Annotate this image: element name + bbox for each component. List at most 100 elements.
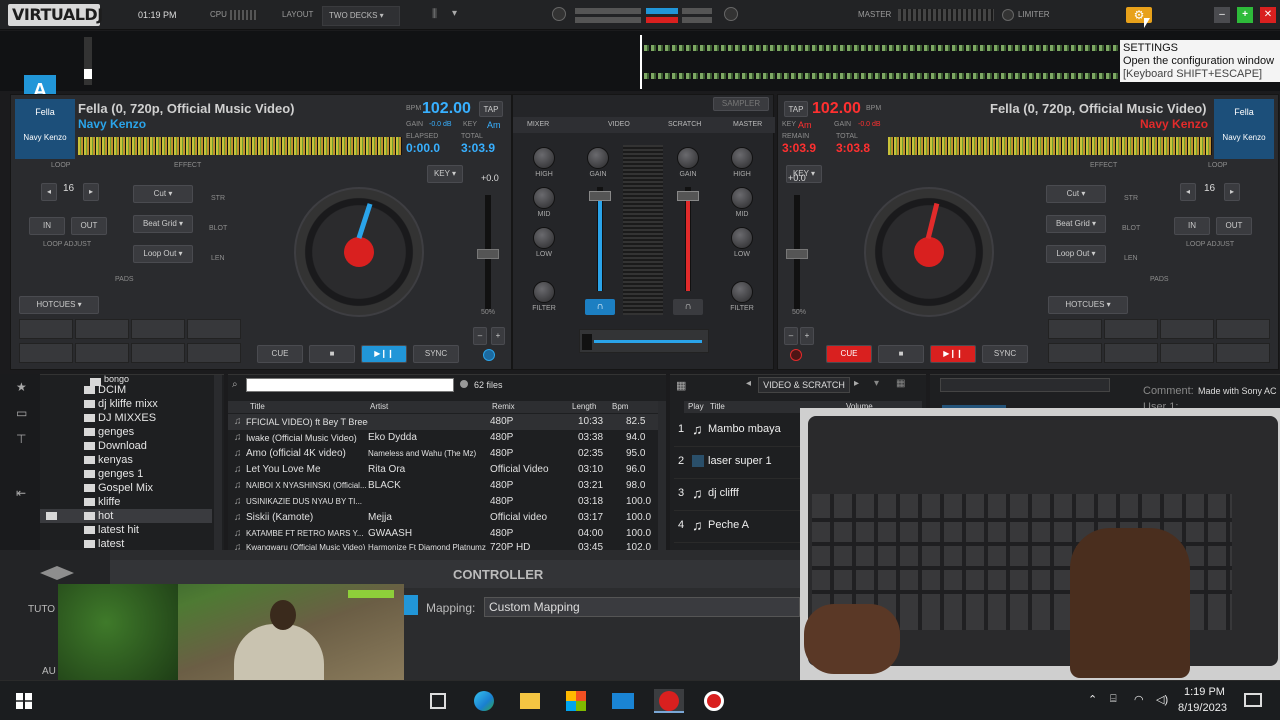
deck-a-sync-button[interactable]: SYNC	[413, 345, 459, 363]
deck-a-fx1[interactable]: Cut ▾	[133, 185, 193, 203]
deck-b-pad-8[interactable]	[1216, 343, 1270, 363]
filter-icon[interactable]: ▾	[874, 378, 879, 389]
task-view-icon[interactable]	[430, 693, 446, 709]
waveform-view-icon[interactable]: ⫼	[432, 8, 452, 22]
deck-a-volume-fader[interactable]	[589, 187, 611, 291]
deck-a-pad-3[interactable]	[131, 319, 185, 339]
deck-b-pad-3[interactable]	[1160, 319, 1214, 339]
folder-item[interactable]: Gospel Mix	[78, 481, 224, 495]
search-input[interactable]	[246, 378, 454, 392]
taskbar-date[interactable]: 8/19/2023	[1178, 702, 1227, 714]
folder-item[interactable]: DCIM	[78, 383, 224, 397]
tab-mixer[interactable]: MIXER	[527, 121, 549, 128]
deck-b-hotcues-select[interactable]: HOTCUES ▾	[1048, 296, 1128, 314]
folder-item[interactable]: DJ MIXXES	[78, 411, 224, 425]
deck-a-pad-1[interactable]	[19, 319, 73, 339]
deck-1-indicator-icon[interactable]	[552, 7, 566, 21]
table-row[interactable]: ♫ Siskii (Kamote) Mejja Official video 03:17…	[228, 510, 658, 526]
table-row[interactable]: ♫ USINIKAZIE DUS NYAU BY TI... 480P 03:18 10…	[228, 494, 658, 510]
deck-b-pad-1[interactable]	[1048, 319, 1102, 339]
list-item[interactable]: 1 ♫ Mambo mbaya	[674, 415, 804, 447]
deck-a-pad-6[interactable]	[75, 343, 129, 363]
close-button[interactable]: ✕	[1260, 7, 1276, 23]
table-row[interactable]: ♫ KATAMBE FT RETRO MARS Y... GWAASH 480P 04:…	[228, 526, 658, 542]
folder-item[interactable]: latest	[78, 537, 224, 550]
options-icon[interactable]: ▦	[896, 378, 905, 389]
folder-item[interactable]: dj kliffe mixx	[78, 397, 224, 411]
volume-icon[interactable]: ◁)	[1156, 693, 1168, 706]
deck-b-loop-next[interactable]: ▸	[1224, 183, 1240, 201]
notification-icon[interactable]	[1244, 693, 1262, 707]
deck-a-mid-knob[interactable]	[533, 187, 555, 209]
folder-item[interactable]: kliffe	[78, 495, 224, 509]
tab-video[interactable]: VIDEO	[608, 121, 630, 128]
deck-a-stop-button[interactable]: ■	[309, 345, 355, 363]
folder-item[interactable]: latest hit	[78, 523, 224, 537]
tab-scratch[interactable]: SCRATCH	[668, 121, 701, 128]
deck-a-fx2[interactable]: Beat Grid ▾	[133, 215, 193, 233]
windows-start-icon[interactable]	[16, 693, 32, 709]
deck-b-remain[interactable]: 3:03.9	[782, 141, 816, 155]
deck-a-elapsed[interactable]: 0:00.0	[406, 141, 440, 155]
deck-b-pad-5[interactable]	[1048, 343, 1102, 363]
folder-item-selected[interactable]: hot	[40, 509, 212, 523]
crossfader-mode-2[interactable]	[575, 17, 641, 23]
column-artist[interactable]: Artist	[370, 401, 388, 413]
deck-b-play-button[interactable]: ▶❙❙	[930, 345, 976, 363]
deck-a-pad-5[interactable]	[19, 343, 73, 363]
deck-b-pad-7[interactable]	[1160, 343, 1214, 363]
deck-a-pad-8[interactable]	[187, 343, 241, 363]
deck-2-indicator-icon[interactable]	[724, 7, 738, 21]
limiter-toggle[interactable]	[1002, 9, 1014, 21]
star-icon[interactable]: ★	[16, 380, 27, 394]
sampler-button[interactable]: SAMPLER	[713, 97, 769, 111]
deck-b-pad-4[interactable]	[1216, 319, 1270, 339]
column-bpm[interactable]: Bpm	[612, 401, 628, 413]
back-icon[interactable]: ⇤	[16, 486, 26, 500]
folder-item[interactable]: genges 1	[78, 467, 224, 481]
table-row[interactable]: ♫ NAIBOI X NYASHINSKI (Official... BLACK 48…	[228, 478, 658, 494]
deck-b-loop-out[interactable]: OUT	[1216, 217, 1252, 235]
mapping-select[interactable]: Custom Mapping	[484, 597, 800, 617]
deck-b-high-knob[interactable]	[731, 147, 753, 169]
deck-a-record-icon[interactable]	[483, 349, 495, 361]
crossfader-mode-1[interactable]	[575, 8, 641, 14]
folder-item[interactable]: bongo	[84, 375, 224, 386]
deck-a-low-knob[interactable]	[533, 227, 555, 249]
deck-a-pad-2[interactable]	[75, 319, 129, 339]
deck-b-fx2[interactable]: Beat Grid ▾	[1046, 215, 1106, 233]
store-icon[interactable]	[566, 691, 586, 711]
deck-a-pitch-plus[interactable]: +	[491, 327, 505, 345]
tray-chevron-icon[interactable]: ⌃	[1088, 693, 1097, 706]
deck-a-cover-art[interactable]: Fella Navy Kenzo	[15, 99, 75, 159]
next-arrow-icon[interactable]: ▸	[854, 378, 859, 389]
deck-b-fx1[interactable]: Cut ▾	[1046, 185, 1106, 203]
deck-a-hotcues-select[interactable]: HOTCUES ▾	[19, 296, 99, 314]
sidelist-selector[interactable]: VIDEO & SCRATCH	[758, 377, 850, 393]
deck-a-tap-button[interactable]: TAP	[479, 101, 503, 117]
deck-b-sync-button[interactable]: SYNC	[982, 345, 1028, 363]
folder-item[interactable]: genges	[78, 425, 224, 439]
deck-a-pitch-minus[interactable]: –	[473, 327, 487, 345]
deck-b-jogwheel[interactable]	[864, 187, 994, 317]
deck-b-pad-6[interactable]	[1104, 343, 1158, 363]
chevron-down-icon[interactable]: ▾	[452, 8, 466, 22]
column-title[interactable]: Title	[710, 401, 725, 413]
table-row[interactable]: ♫ FFICIAL VIDEO) ft Bey T Breeder 480P 10:3…	[228, 414, 658, 430]
folder-icon[interactable]: ▭	[16, 406, 27, 420]
deck-b-tap-button[interactable]: TAP	[784, 101, 808, 117]
layout-select[interactable]: TWO DECKS ▾	[322, 6, 400, 26]
deck-b-pad-2[interactable]	[1104, 319, 1158, 339]
folder-item[interactable]: kenyas	[78, 453, 224, 467]
deck-a-loop-in[interactable]: IN	[29, 217, 65, 235]
deck-b-stop-button[interactable]: ■	[878, 345, 924, 363]
column-remix[interactable]: Remix	[492, 401, 515, 413]
crossfader-mode-3[interactable]	[682, 8, 712, 14]
deck-b-gain-knob[interactable]	[677, 147, 699, 169]
filter-icon[interactable]: ⊤	[16, 432, 26, 446]
deck-a-loop-next[interactable]: ▸	[83, 183, 99, 201]
deck-b-headphone-icon[interactable]: ∩	[673, 299, 703, 315]
deck-b-record-icon[interactable]	[790, 349, 802, 361]
audio-label[interactable]: AU	[42, 666, 56, 677]
deck-a-pad-4[interactable]	[187, 319, 241, 339]
